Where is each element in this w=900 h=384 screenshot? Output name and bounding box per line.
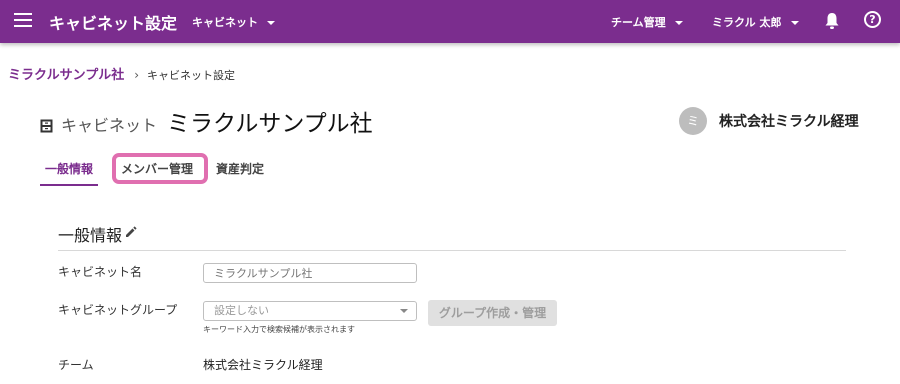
cabinet-group-label: キャビネットグループ [58,303,178,317]
team-name: 株式会社ミラクル経理 [719,114,859,130]
cabinet-dropdown-label: キャビネット [192,16,258,29]
top-app-bar: キャビネット設定 キャビネット チーム管理 ミラクル 太郎 ? [0,0,900,43]
team-label: チーム [58,358,94,372]
cabinet-group-hint: キーワード入力で検索候補が表示されます [203,325,355,334]
breadcrumb-current: キャビネット設定 [147,69,236,82]
page-title: ミラクルサンプル社 [167,111,373,137]
page-title-prefix: キャビネット [61,116,158,135]
team-avatar: ミ [679,107,707,135]
help-icon[interactable]: ? [864,11,881,28]
breadcrumb-separator: › [134,68,140,82]
cabinet-group-select[interactable]: 設定しない [203,301,417,321]
chevron-down-icon [674,21,683,25]
menu-icon[interactable] [14,13,32,29]
bell-icon[interactable] [824,12,840,30]
tab-asset-judgment[interactable]: 資産判定 [216,152,264,186]
app-title: キャビネット設定 [49,14,178,33]
user-menu-dropdown[interactable]: ミラクル 太郎 [712,14,799,30]
team-management-dropdown[interactable]: チーム管理 [611,14,683,30]
breadcrumb: ミラクルサンプル社 › キャビネット設定 [8,64,235,83]
group-create-manage-button[interactable]: グループ作成・管理 [428,300,557,326]
pencil-edit-icon[interactable] [125,226,137,238]
user-name: ミラクル 太郎 [712,16,782,29]
section-divider [58,250,846,251]
tab-highlight-outline [112,153,208,184]
page-header: キャビネット ミラクルサンプル社 [40,104,373,138]
team-value: 株式会社ミラクル経理 [203,358,323,372]
breadcrumb-root-link[interactable]: ミラクルサンプル社 [8,68,124,83]
chevron-down-icon [790,21,799,25]
chevron-down-icon [267,21,275,25]
cabinet-name-label: キャビネット名 [58,265,143,279]
tab-general-info[interactable]: 一般情報 [40,152,98,186]
chevron-down-icon [400,309,408,313]
cabinet-group-placeholder: 設定しない [214,304,269,317]
cabinet-icon [40,119,53,133]
cabinet-dropdown[interactable]: キャビネット [192,14,275,30]
team-management-label: チーム管理 [611,16,666,29]
section-title: 一般情報 [58,226,123,245]
cabinet-name-input[interactable] [203,263,417,283]
